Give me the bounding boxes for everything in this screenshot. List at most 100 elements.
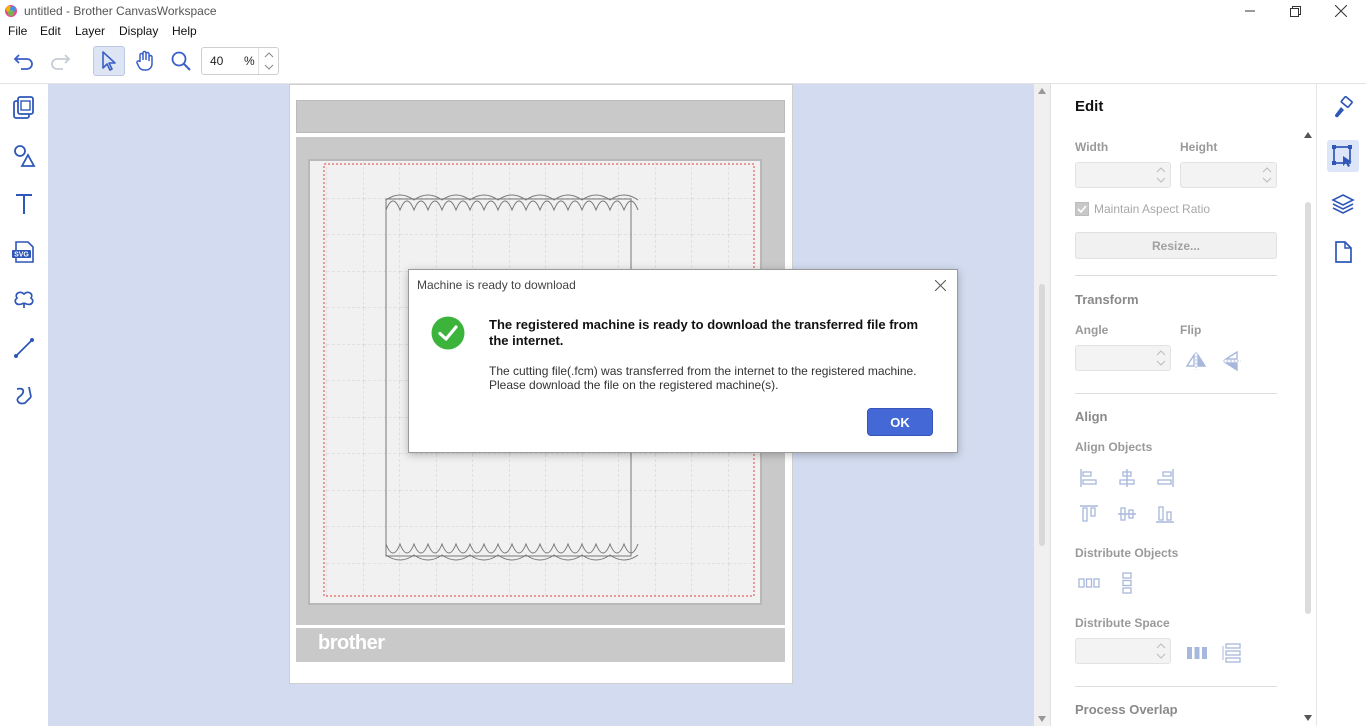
canvas-scrollbar[interactable] xyxy=(1034,84,1050,726)
menu-help[interactable]: Help xyxy=(172,24,197,38)
align-top-icon[interactable] xyxy=(1077,502,1101,526)
canvas-scroll-thumb[interactable] xyxy=(1039,284,1045,546)
zoom-input[interactable]: 40 % xyxy=(201,47,279,75)
download-ready-dialog: Machine is ready to download The registe… xyxy=(408,269,958,453)
layers-tab[interactable] xyxy=(1327,188,1359,220)
page-tab[interactable] xyxy=(1327,236,1359,268)
divider xyxy=(1075,275,1277,276)
angle-label: Angle xyxy=(1075,323,1109,337)
distribute-objects-label: Distribute Objects xyxy=(1075,546,1179,560)
paint-tab[interactable] xyxy=(1327,92,1359,124)
edit-select-icon xyxy=(1332,145,1352,167)
align-heading: Align xyxy=(1075,409,1108,424)
transform-heading: Transform xyxy=(1075,292,1139,307)
spin-arrows-icon xyxy=(1156,167,1166,183)
hand-icon xyxy=(136,50,153,71)
spin-arrows-icon xyxy=(264,52,274,70)
shapes-button[interactable] xyxy=(8,140,40,172)
mat-bottom-strip: brother xyxy=(296,628,785,662)
side-tabs xyxy=(1316,84,1366,726)
redo-icon xyxy=(51,54,71,70)
distribute-vertical-icon[interactable] xyxy=(1115,571,1139,595)
text-button[interactable] xyxy=(8,188,40,220)
flip-vertical-icon[interactable] xyxy=(1220,349,1244,373)
scroll-up-icon[interactable] xyxy=(1304,132,1312,138)
space-vertical-icon[interactable] xyxy=(1220,641,1244,665)
undo-button[interactable] xyxy=(8,46,40,76)
dialog-message: The cutting file(.fcm) was transferred f… xyxy=(489,364,939,392)
hand-tool-button[interactable] xyxy=(129,46,161,76)
divider xyxy=(1075,686,1277,687)
menu-file[interactable]: File xyxy=(8,24,27,38)
zoom-tool-button[interactable] xyxy=(165,46,197,76)
zoom-unit: % xyxy=(244,54,255,68)
space-horizontal-icon[interactable] xyxy=(1185,641,1209,665)
maintain-aspect-checkbox[interactable] xyxy=(1075,202,1089,216)
restore-button[interactable] xyxy=(1272,0,1318,22)
distribute-horizontal-icon[interactable] xyxy=(1077,571,1101,595)
flip-horizontal-icon[interactable] xyxy=(1184,349,1208,373)
spin-arrows-icon xyxy=(1262,167,1272,183)
width-field[interactable] xyxy=(1075,162,1171,188)
zoom-stepper[interactable] xyxy=(258,48,278,74)
align-middle-icon[interactable] xyxy=(1115,502,1139,526)
width-label: Width xyxy=(1075,140,1109,154)
close-icon xyxy=(934,279,946,291)
spin-arrows-icon xyxy=(1156,350,1166,366)
clipart-button[interactable] xyxy=(8,284,40,316)
restore-icon xyxy=(1289,5,1301,17)
scroll-up-icon[interactable] xyxy=(1038,88,1046,94)
window-title: untitled - Brother CanvasWorkspace xyxy=(24,4,217,18)
distribute-space-label: Distribute Space xyxy=(1075,616,1170,630)
process-overlap-heading: Process Overlap xyxy=(1075,702,1178,717)
app-logo-icon xyxy=(5,5,17,17)
templates-icon xyxy=(13,96,34,119)
title-bar: untitled - Brother CanvasWorkspace xyxy=(0,0,1366,22)
menu-layer[interactable]: Layer xyxy=(75,24,105,38)
align-center-icon[interactable] xyxy=(1115,466,1139,490)
svg-import-icon: SVG xyxy=(12,241,34,263)
templates-button[interactable] xyxy=(8,92,40,124)
brand-logo: brother xyxy=(318,632,385,654)
dialog-close-button[interactable] xyxy=(929,275,951,295)
redo-button[interactable] xyxy=(44,46,76,76)
edit-panel: Edit Width Height Maintain Aspect Ratio … xyxy=(1050,84,1316,726)
line-icon xyxy=(14,338,34,358)
select-tool-button[interactable] xyxy=(93,46,125,76)
panel-scrollbar[interactable] xyxy=(1300,128,1316,726)
menu-edit[interactable]: Edit xyxy=(40,24,61,38)
spin-arrows-icon xyxy=(1156,643,1166,659)
pointer-icon xyxy=(102,51,116,71)
resize-button[interactable]: Resize... xyxy=(1075,232,1277,259)
distribute-space-field[interactable] xyxy=(1075,638,1171,664)
clipart-icon xyxy=(14,291,34,308)
mat-top-strip xyxy=(296,100,785,133)
angle-field[interactable] xyxy=(1075,345,1171,371)
line-tool-button[interactable] xyxy=(8,332,40,364)
align-left-icon[interactable] xyxy=(1077,466,1101,490)
panel-scroll-thumb[interactable] xyxy=(1305,202,1311,614)
divider xyxy=(1075,393,1277,394)
text-icon xyxy=(16,194,32,214)
svg-import-button[interactable]: SVG xyxy=(8,236,40,268)
toolbar: 40 % xyxy=(0,40,1366,84)
ok-button[interactable]: OK xyxy=(867,408,933,436)
scroll-down-icon[interactable] xyxy=(1038,716,1046,722)
align-bottom-icon[interactable] xyxy=(1153,502,1177,526)
minimize-icon xyxy=(1245,10,1255,12)
edit-tab[interactable] xyxy=(1327,140,1359,172)
scroll-down-icon[interactable] xyxy=(1304,715,1312,721)
freehand-tool-button[interactable] xyxy=(8,380,40,412)
align-right-icon[interactable] xyxy=(1153,466,1177,490)
success-check-icon xyxy=(431,316,465,350)
menu-bar: File Edit Layer Display Help xyxy=(0,22,1366,40)
layers-icon xyxy=(1331,194,1355,214)
freehand-icon xyxy=(16,386,32,405)
close-button[interactable] xyxy=(1318,0,1364,22)
shapes-icon xyxy=(14,145,36,167)
height-field[interactable] xyxy=(1180,162,1277,188)
dialog-heading: The registered machine is ready to downl… xyxy=(489,317,919,348)
menu-display[interactable]: Display xyxy=(119,24,158,38)
dialog-message-line: Please download the file on the register… xyxy=(489,378,779,392)
minimize-button[interactable] xyxy=(1227,0,1273,22)
